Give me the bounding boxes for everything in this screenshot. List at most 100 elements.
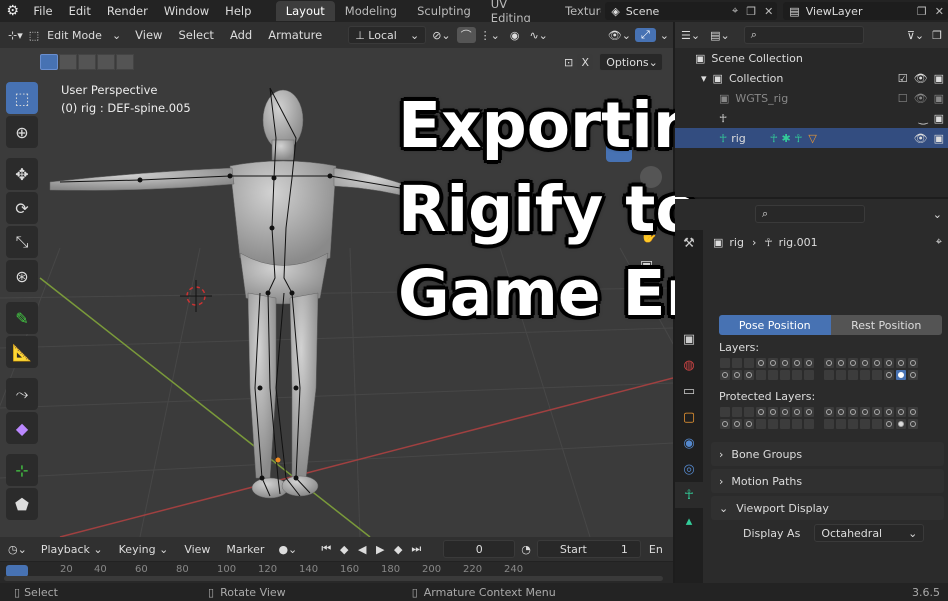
menu-select[interactable]: Select	[170, 28, 221, 42]
measure-tool-icon[interactable]: 📐	[6, 336, 38, 368]
layer-toggle[interactable]	[768, 419, 778, 429]
clock-icon[interactable]: ◷⌄	[0, 543, 33, 556]
new-collection-icon[interactable]: ❐	[932, 29, 942, 42]
menu-render[interactable]: Render	[99, 4, 156, 18]
move-tool-icon[interactable]: ✥	[6, 158, 38, 190]
layer-toggle[interactable]	[908, 407, 918, 417]
constraint-tab-icon[interactable]: ◎	[675, 456, 703, 482]
display-mode-icon[interactable]: ▤⌄	[710, 29, 730, 42]
layer-toggle[interactable]	[848, 407, 858, 417]
collection-tab-icon[interactable]: ▭	[675, 378, 703, 404]
layer-toggle[interactable]	[824, 419, 834, 429]
layer-toggle[interactable]	[860, 419, 870, 429]
mirror-icon[interactable]: ⊡	[560, 56, 577, 69]
layer-toggle[interactable]	[804, 419, 814, 429]
outliner-collection[interactable]: ▾ ▣ Collection ☑ 👁 ▣	[675, 68, 948, 88]
menu-help[interactable]: Help	[217, 4, 259, 18]
outliner-wgts-rig[interactable]: ▣ WGTS_rig ☐ 👁 ▣	[675, 88, 948, 108]
editor-type-icon[interactable]: ⊹▾	[0, 29, 27, 42]
layer-toggle[interactable]	[824, 358, 834, 368]
transform-tool-icon[interactable]: ⊛	[6, 260, 38, 292]
timeline-view-menu[interactable]: View	[176, 543, 218, 556]
menu-view[interactable]: View	[127, 28, 170, 42]
record-icon[interactable]: ●⌄	[272, 543, 303, 556]
blender-logo-icon[interactable]: ⚙	[0, 3, 25, 19]
camera-render-icon[interactable]: ▣	[934, 72, 948, 85]
layer-toggle[interactable]	[744, 370, 754, 380]
proportional-icon[interactable]: ◉	[504, 29, 526, 42]
select-subtract-icon[interactable]	[78, 54, 96, 70]
properties-search-input[interactable]: ⌕	[755, 205, 865, 223]
view-layer-field[interactable]: ViewLayer	[806, 5, 913, 18]
layer-toggle[interactable]	[824, 407, 834, 417]
layer-toggle[interactable]	[780, 370, 790, 380]
expand-icon[interactable]: ▾	[701, 72, 713, 85]
layer-toggle[interactable]	[720, 370, 730, 380]
stopwatch-icon[interactable]: ◔	[515, 543, 537, 556]
layer-toggle[interactable]	[896, 419, 906, 429]
layer-toggle[interactable]	[848, 358, 858, 368]
layer-toggle[interactable]	[824, 370, 834, 380]
select-extend-icon[interactable]	[59, 54, 77, 70]
scene-field[interactable]: Scene	[626, 5, 728, 18]
world-tab-icon[interactable]: ◍	[675, 352, 703, 378]
layer-toggle[interactable]	[732, 358, 742, 368]
layer-toggle[interactable]	[884, 358, 894, 368]
menu-armature[interactable]: Armature	[260, 28, 330, 42]
outliner-search-input[interactable]: ⌕	[743, 26, 864, 44]
bone-size-tool-icon[interactable]: ◆	[6, 412, 38, 444]
layer-toggle[interactable]	[884, 370, 894, 380]
layer-toggle[interactable]	[804, 370, 814, 380]
roll-tool-icon[interactable]: ⤳	[6, 378, 38, 410]
menu-add[interactable]: Add	[222, 28, 260, 42]
prev-keyframe-icon[interactable]: ◆	[335, 540, 353, 558]
pin-icon[interactable]: ⌖	[728, 4, 742, 18]
play-reverse-icon[interactable]: ◀	[353, 540, 371, 558]
breadcrumb-object[interactable]: rig	[729, 236, 744, 249]
layer-toggle[interactable]	[860, 407, 870, 417]
x-mirror-toggle[interactable]: X	[577, 54, 594, 70]
end-frame-label[interactable]: En	[641, 543, 663, 556]
layer-toggle[interactable]	[744, 419, 754, 429]
pivot-icon[interactable]: ⊘⌄	[426, 29, 456, 42]
layer-toggle[interactable]	[732, 419, 742, 429]
layer-toggle[interactable]	[720, 419, 730, 429]
breadcrumb-armature[interactable]: rig.001	[779, 236, 818, 249]
layer-toggle[interactable]	[780, 358, 790, 368]
layer-toggle[interactable]	[732, 370, 742, 380]
layer-toggle[interactable]	[756, 358, 766, 368]
camera-render-icon[interactable]: ▣	[934, 112, 948, 125]
3d-cursor-icon[interactable]	[180, 280, 212, 312]
layer-toggle[interactable]	[768, 407, 778, 417]
outliner-metarig[interactable]: ☥ ‿ ▣	[675, 108, 948, 128]
next-keyframe-icon[interactable]: ◆	[389, 540, 407, 558]
armature-data-tab-icon[interactable]: ☥	[675, 482, 703, 508]
extrude-tool-icon[interactable]: ⊹	[6, 454, 38, 486]
layer-toggle[interactable]	[908, 419, 918, 429]
options-dropdown[interactable]: Options ⌄	[599, 53, 664, 71]
layer-toggle[interactable]	[792, 370, 802, 380]
layer-toggle[interactable]	[836, 370, 846, 380]
layer-toggle[interactable]	[872, 407, 882, 417]
layer-toggle[interactable]	[756, 407, 766, 417]
falloff-icon[interactable]: ∿⌄	[525, 29, 551, 42]
physics-tab-icon[interactable]: ◉	[675, 430, 703, 456]
layer-toggle[interactable]	[720, 358, 730, 368]
tool-tab-icon[interactable]: ⚒	[675, 230, 703, 256]
snap-icon[interactable]: ⌒	[456, 27, 476, 43]
layer-toggle[interactable]	[884, 419, 894, 429]
layer-toggle[interactable]	[768, 358, 778, 368]
copy-layer-icon[interactable]: ❐	[913, 5, 931, 18]
outliner-rig[interactable]: ☥ rig ☥ ✱ ☥ ▽ 👁 ▣	[675, 128, 948, 148]
mode-dropdown[interactable]: Edit Mode ⌄	[41, 26, 127, 44]
eye-closed-icon[interactable]: ‿	[919, 112, 934, 125]
jump-start-icon[interactable]: ⏮	[317, 540, 335, 558]
menu-file[interactable]: File	[25, 4, 60, 18]
layer-toggle[interactable]	[756, 419, 766, 429]
jump-end-icon[interactable]: ⏭	[407, 540, 425, 558]
render-tab-icon[interactable]: ▣	[675, 326, 703, 352]
layer-toggle[interactable]	[860, 358, 870, 368]
layer-toggle[interactable]	[884, 407, 894, 417]
layer-toggle[interactable]	[848, 419, 858, 429]
rotate-tool-icon[interactable]: ⟳	[6, 192, 38, 224]
